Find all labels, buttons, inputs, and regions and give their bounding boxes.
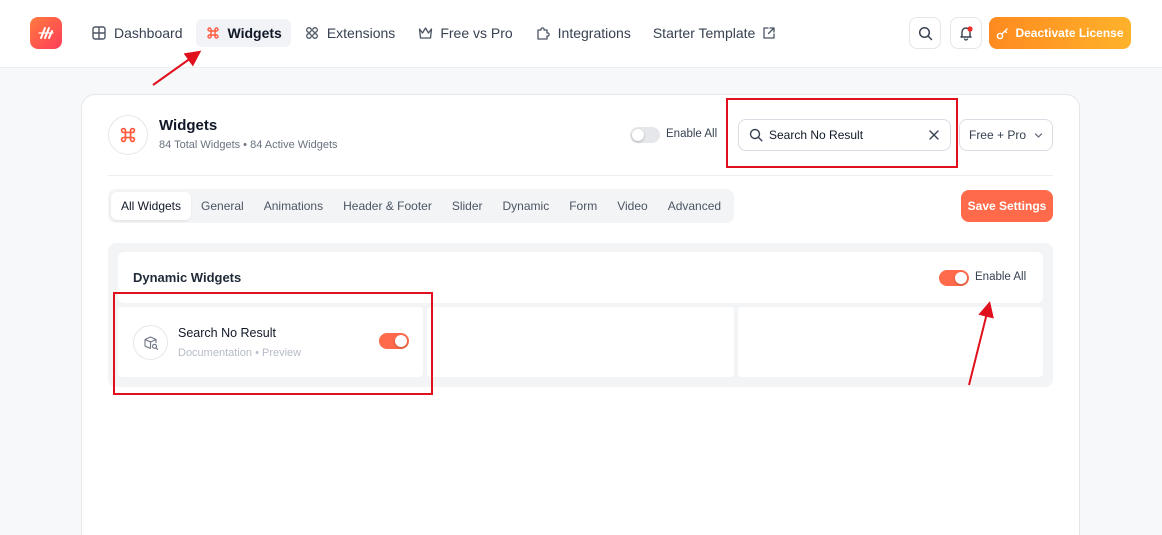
arrow-to-widgets-tab: [152, 50, 202, 86]
arrow-to-enable-all: [968, 301, 994, 386]
annotation-arrows: [152, 50, 994, 386]
